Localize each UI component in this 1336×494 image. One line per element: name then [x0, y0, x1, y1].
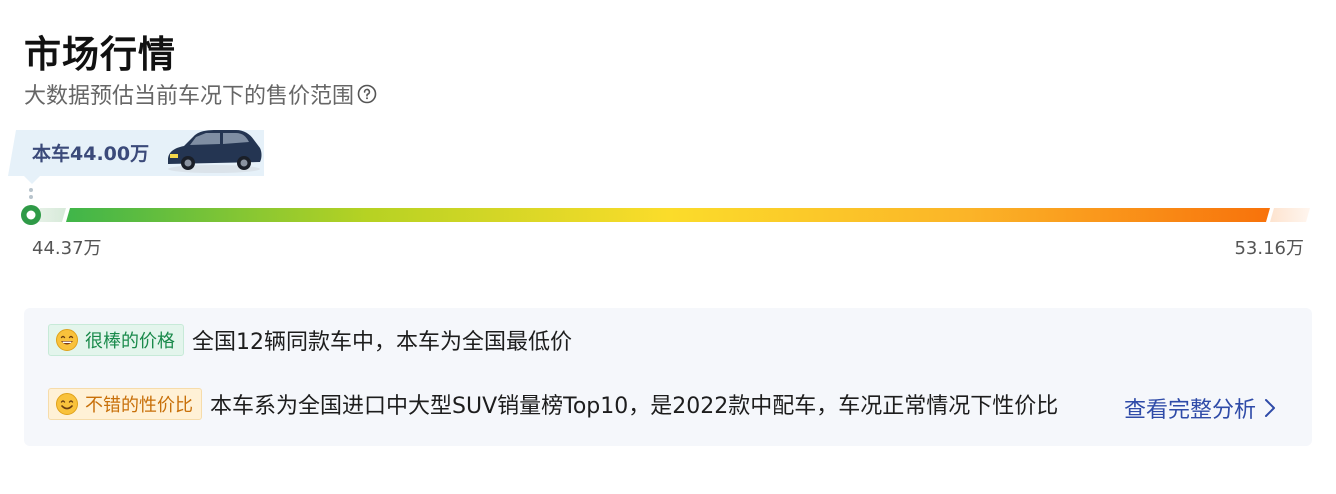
range-min-price: 44.37万	[32, 238, 102, 259]
smile-emoji-icon	[56, 393, 78, 415]
market-range-segment	[66, 208, 1270, 222]
analysis-text-truncated: 本车系为全国进口中大型SUV销量榜Top10，是2022款中配车，车况正常情况下…	[210, 388, 1110, 420]
badge-label: 不错的性价比	[85, 395, 193, 416]
range-max-price: 53.16万	[1234, 238, 1304, 259]
subtitle-text: 大数据预估当前车况下的售价范围	[24, 84, 355, 109]
analysis-text: 全国12辆同款车中，本车为全国最低价	[192, 330, 572, 355]
question-circle-icon[interactable]	[357, 84, 377, 104]
car-thumbnail	[168, 130, 262, 173]
rating-badge-great: 很棒的价格	[48, 324, 184, 356]
price-range-bar	[21, 205, 1310, 225]
section-title: 市场行情	[24, 33, 176, 76]
analysis-text: 本车系为全国进口中大型SUV销量榜Top10，是2022款中配车，车况正常情况下…	[210, 394, 1059, 419]
view-full-analysis-link[interactable]: 查看完整分析	[1124, 392, 1276, 424]
badge-label: 很棒的价格	[85, 331, 175, 352]
section-subtitle: 大数据预估当前车况下的售价范围	[24, 78, 377, 110]
current-price-label: 本车44.00万	[32, 143, 150, 165]
link-label[interactable]: 查看完整分析	[1124, 392, 1256, 424]
chevron-right-icon[interactable]	[1264, 398, 1276, 418]
rating-badge-good: 不错的性价比	[48, 388, 202, 420]
price-analysis-panel: 很棒的价格 全国12辆同款车中，本车为全国最低价 不错的性价比 本车系为全国进口…	[24, 308, 1312, 446]
analysis-item: 很棒的价格 全国12辆同款车中，本车为全国最低价	[48, 324, 572, 356]
analysis-item: 不错的性价比 本车系为全国进口中大型SUV销量榜Top10，是2022款中配车，…	[48, 388, 1110, 420]
above-range-segment	[1270, 208, 1310, 222]
grin-emoji-icon	[56, 329, 78, 351]
current-price-tag: 本车44.00万	[8, 128, 268, 184]
